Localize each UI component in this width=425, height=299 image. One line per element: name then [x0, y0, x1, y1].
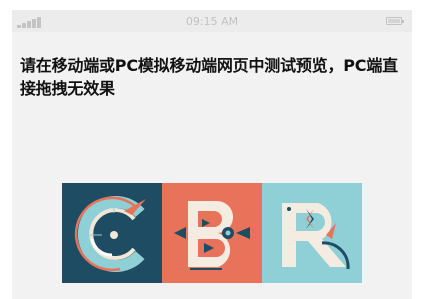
instruction-text: 请在移动端或PC模拟移动端网页中测试预览，PC端直接拖拽无效果 [20, 56, 398, 98]
battery-icon [386, 17, 404, 25]
letter-b-tile[interactable] [162, 183, 262, 283]
status-bar: 09:15 AM [12, 10, 412, 32]
letter-b-artwork [162, 183, 262, 283]
letter-c-tile[interactable] [62, 183, 162, 283]
letter-r-tile[interactable] [262, 183, 362, 283]
letter-c-artwork [62, 183, 162, 283]
phone-screen: 09:15 AM 请在移动端或PC模拟移动端网页中测试预览，PC端直接拖拽无效果 [12, 10, 412, 299]
draggable-image-strip[interactable] [62, 183, 362, 283]
letter-r-artwork [262, 183, 362, 283]
status-time: 09:15 AM [185, 15, 239, 28]
